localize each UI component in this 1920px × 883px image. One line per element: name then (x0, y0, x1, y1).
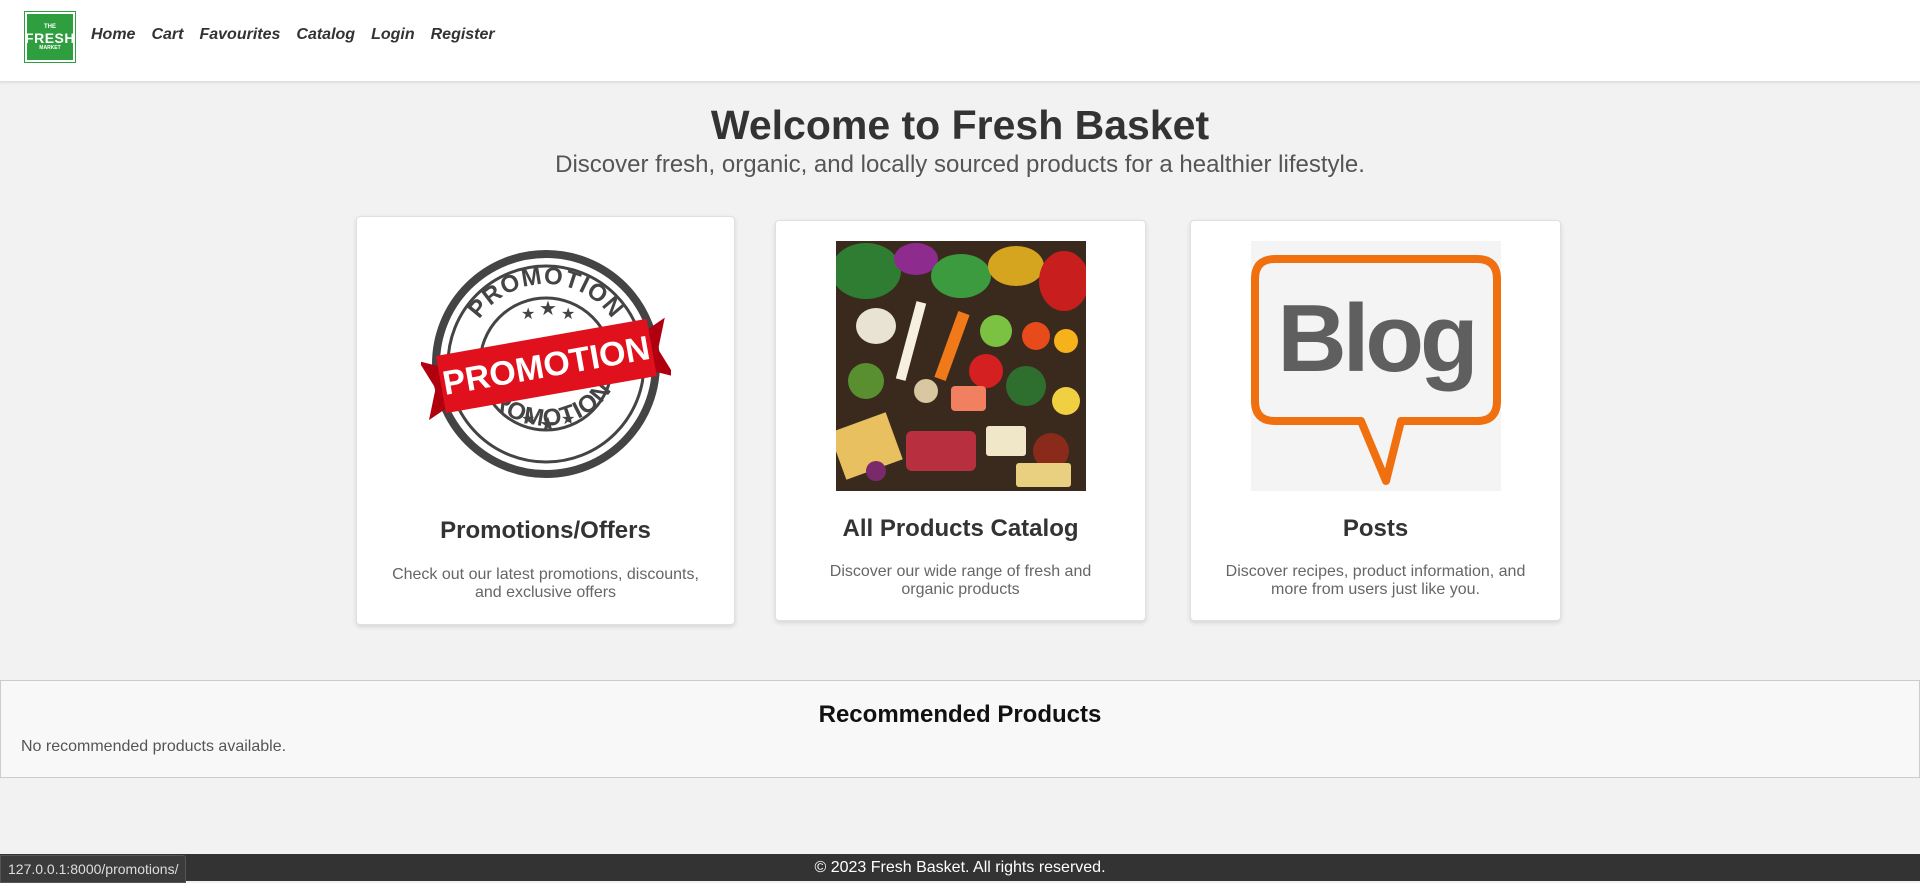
nav-login-link[interactable]: Login (371, 26, 415, 44)
nav-catalog-link[interactable]: Catalog (296, 26, 355, 44)
top-navbar: THE FRESH MARKET Home Cart Favourites Ca… (0, 0, 1920, 82)
promotions-card[interactable]: PROMOTION PROMOTION ★ ★ ★ ★ ★ ★ PROMOTIO… (356, 216, 735, 625)
page-subtitle: Discover fresh, organic, and locally sou… (555, 151, 1365, 178)
catalog-card-title: All Products Catalog (842, 515, 1079, 542)
recommended-products-empty-message: No recommended products available. (21, 738, 287, 755)
posts-card[interactable]: Blog Posts Discover recipes, product inf… (1190, 220, 1561, 621)
nav-cart-link[interactable]: Cart (151, 26, 183, 44)
nav-register-link[interactable]: Register (431, 26, 495, 44)
status-bar-url: 127.0.0.1:8000/promotions/ (0, 855, 187, 883)
nav-favourites-link[interactable]: Favourites (199, 26, 280, 44)
fresh-market-logo[interactable]: THE FRESH MARKET (24, 11, 76, 63)
promotions-card-description: Check out our latest promotions, discoun… (392, 566, 699, 601)
nav-links: Home Cart Favourites Catalog Login Regis… (91, 26, 511, 44)
recommended-products-title: Recommended Products (818, 701, 1102, 728)
logo-text-market: MARKET (39, 44, 61, 51)
recommended-products-section: Recommended Products No recommended prod… (0, 680, 1920, 778)
promotions-card-title: Promotions/Offers (440, 517, 651, 544)
svg-text:★: ★ (539, 414, 557, 436)
svg-text:★: ★ (561, 411, 575, 428)
nav-home-link[interactable]: Home (91, 26, 135, 44)
svg-text:★: ★ (521, 306, 535, 323)
catalog-card[interactable]: All Products Catalog Discover our wide r… (775, 220, 1146, 621)
footer-copyright: © 2023 Fresh Basket. All rights reserved… (814, 859, 1106, 876)
catalog-card-description: Discover our wide range of fresh and org… (829, 563, 1092, 598)
logo-text-fresh: FRESH (25, 29, 75, 46)
promotion-badge-image: PROMOTION PROMOTION ★ ★ ★ ★ ★ ★ PROMOTIO… (420, 239, 671, 489)
blog-bubble-image: Blog (1250, 241, 1501, 491)
blog-image-text: Blog (1277, 285, 1474, 392)
svg-text:★: ★ (561, 306, 575, 323)
posts-card-title: Posts (1342, 515, 1409, 542)
svg-text:★: ★ (539, 298, 557, 320)
svg-text:★: ★ (521, 411, 535, 428)
posts-card-description: Discover recipes, product information, a… (1225, 563, 1526, 598)
footer: © 2023 Fresh Basket. All rights reserved… (0, 854, 1920, 881)
vegetables-image (835, 241, 1086, 491)
page-title: Welcome to Fresh Basket (710, 102, 1210, 148)
